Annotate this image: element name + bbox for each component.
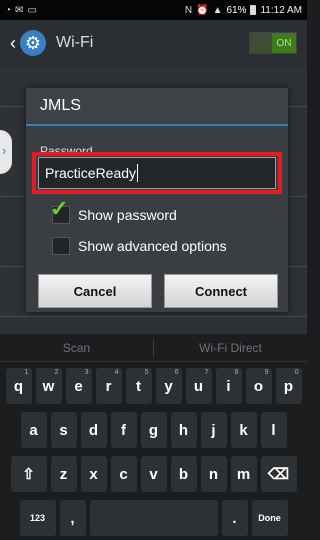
- notification-icon: ▭: [27, 4, 37, 16]
- key-q[interactable]: 1q: [5, 368, 32, 404]
- key-c[interactable]: c: [110, 456, 137, 492]
- key-h[interactable]: h: [170, 412, 197, 448]
- key-z[interactable]: z: [50, 456, 77, 492]
- key-f[interactable]: f: [110, 412, 137, 448]
- advanced-options-label: Show advanced options: [78, 238, 227, 254]
- side-panel-tab[interactable]: ›: [0, 130, 12, 174]
- key-o[interactable]: 9o: [245, 368, 272, 404]
- settings-gear-icon[interactable]: ⚙: [20, 30, 46, 56]
- key-y[interactable]: 6y: [155, 368, 182, 404]
- show-password-row[interactable]: ✓ Show password: [50, 198, 177, 224]
- signal-icon: ▲: [212, 4, 223, 16]
- battery-percent: 61%: [226, 4, 247, 16]
- symbols-key[interactable]: 123: [19, 500, 56, 536]
- nfc-icon: N: [184, 4, 193, 16]
- key-g[interactable]: g: [140, 412, 167, 448]
- key-u[interactable]: 7u: [185, 368, 212, 404]
- delete-key[interactable]: ⌫: [260, 456, 297, 492]
- key-v[interactable]: v: [140, 456, 167, 492]
- key-p[interactable]: 0p: [275, 368, 302, 404]
- key-w[interactable]: 2w: [35, 368, 62, 404]
- key-a[interactable]: a: [20, 412, 47, 448]
- advanced-options-row[interactable]: Show advanced options: [52, 237, 227, 255]
- key-t[interactable]: 5t: [125, 368, 152, 404]
- page-title: Wi-Fi: [56, 34, 94, 51]
- show-password-label: Show password: [78, 207, 177, 223]
- key-d[interactable]: d: [80, 412, 107, 448]
- key-m[interactable]: m: [230, 456, 257, 492]
- check-icon: ✓: [50, 196, 69, 221]
- action-bar: ‹ ⚙ Wi-Fi ON: [0, 20, 307, 66]
- key-k[interactable]: k: [230, 412, 257, 448]
- comma-key[interactable]: ,: [59, 500, 86, 536]
- chevron-right-icon: ›: [2, 143, 7, 158]
- done-key[interactable]: Done: [251, 500, 288, 536]
- key-x[interactable]: x: [80, 456, 107, 492]
- key-row-3: ⇧ z x c v b n m ⌫: [0, 456, 307, 496]
- shift-key[interactable]: ⇧: [10, 456, 47, 492]
- connect-button[interactable]: Connect: [164, 274, 278, 308]
- key-s[interactable]: s: [50, 412, 77, 448]
- message-icon: ✉: [15, 4, 24, 16]
- wifi-toggle-label: ON: [272, 33, 296, 53]
- space-key[interactable]: [89, 500, 218, 536]
- key-b[interactable]: b: [170, 456, 197, 492]
- key-row-1: 1q 2w 3e 4r 5t 6y 7u 8i 9o 0p: [0, 368, 307, 408]
- highlight-box: [32, 152, 282, 194]
- key-n[interactable]: n: [200, 456, 227, 492]
- wifi-toggle[interactable]: ON: [249, 32, 297, 54]
- key-e[interactable]: 3e: [65, 368, 92, 404]
- cancel-button[interactable]: Cancel: [38, 274, 152, 308]
- show-password-checkbox[interactable]: ✓: [50, 198, 70, 224]
- key-row-2: a s d f g h j k l: [0, 412, 307, 452]
- battery-icon: [250, 5, 257, 15]
- wifi-status-icon: ◔: [5, 4, 12, 16]
- key-row-4: 123 , . Done: [0, 500, 307, 540]
- wifi-connect-dialog: JMLS Password PracticeReady ✓ Show passw…: [26, 88, 288, 312]
- alarm-icon: ⏰: [196, 4, 209, 16]
- soft-keyboard: Scan Wi-Fi Direct 1q 2w 3e 4r 5t 6y 7u 8…: [0, 334, 307, 540]
- key-r[interactable]: 4r: [95, 368, 122, 404]
- key-l[interactable]: l: [260, 412, 287, 448]
- scan-suggestion[interactable]: Scan: [0, 341, 153, 355]
- suggestion-bar: Scan Wi-Fi Direct: [0, 334, 307, 362]
- wifi-direct-suggestion[interactable]: Wi-Fi Direct: [154, 341, 307, 355]
- dialog-buttons: Cancel Connect: [38, 274, 278, 308]
- status-bar: ◔ ✉ ▭ N ⏰ ▲ 61% 11:12 AM: [0, 0, 307, 20]
- back-icon[interactable]: ‹: [10, 33, 16, 54]
- clock: 11:12 AM: [260, 4, 302, 16]
- advanced-options-checkbox[interactable]: [52, 237, 70, 255]
- period-key[interactable]: .: [221, 500, 248, 536]
- key-j[interactable]: j: [200, 412, 227, 448]
- key-i[interactable]: 8i: [215, 368, 242, 404]
- dialog-title: JMLS: [26, 88, 288, 126]
